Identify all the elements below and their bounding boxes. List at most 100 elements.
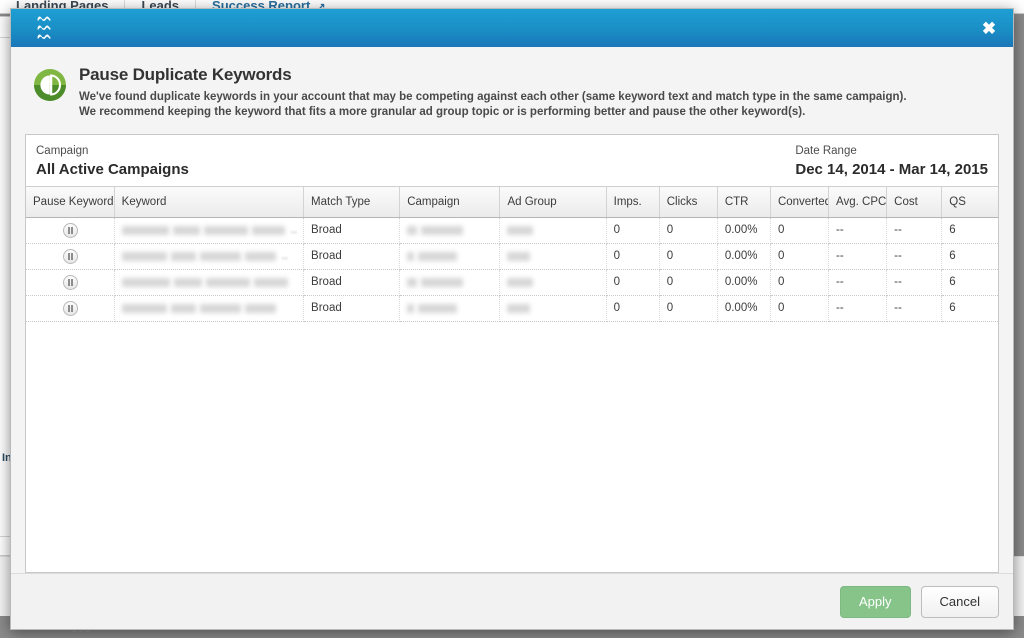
cell-qs: 6 (942, 217, 998, 243)
cell-ctr: 0.00% (717, 295, 770, 321)
redaction-bar (407, 252, 414, 261)
redaction-bar (407, 226, 417, 235)
redaction-bar (407, 304, 414, 313)
redaction-bar (245, 252, 276, 261)
redaction-bar (200, 252, 241, 261)
wave-logo-icon (23, 15, 65, 41)
table-row[interactable]: Broad000.00%0----6 (26, 295, 998, 321)
cell-pause[interactable] (26, 269, 114, 295)
pause-icon[interactable] (63, 301, 78, 316)
cell-qs: 6 (942, 295, 998, 321)
dialog-footer: Apply Cancel (11, 573, 1013, 629)
cell-cost: -- (887, 217, 942, 243)
redacted-keyword: .. (122, 250, 297, 262)
redaction-bar (421, 226, 463, 235)
cell-cost: -- (887, 295, 942, 321)
pause-duplicate-keywords-dialog: ✖ Pause Duplicate Keywords We've found d… (10, 8, 1014, 630)
table-header: Pause KeywordKeywordMatch TypeCampaignAd… (26, 187, 998, 217)
cell-cost: -- (887, 269, 942, 295)
cell-pause[interactable] (26, 243, 114, 269)
date-range-meta-group: Date Range Dec 14, 2014 - Mar 14, 2015 (795, 143, 988, 180)
redacted-adgroup (507, 278, 599, 287)
pause-icon[interactable] (63, 223, 78, 238)
redaction-bar (252, 226, 285, 235)
pause-icon[interactable] (63, 249, 78, 264)
keywords-table-scroll[interactable]: Pause KeywordKeywordMatch TypeCampaignAd… (26, 186, 998, 572)
table-header-row: Pause KeywordKeywordMatch TypeCampaignAd… (26, 187, 998, 217)
campaign-meta-group: Campaign All Active Campaigns (36, 143, 189, 180)
redaction-bar (122, 278, 170, 287)
column-header-match[interactable]: Match Type (304, 187, 400, 217)
redaction-bar (418, 252, 457, 261)
cell-avgcpc: -- (829, 295, 887, 321)
close-icon[interactable]: ✖ (979, 18, 999, 38)
date-range-label: Date Range (795, 143, 856, 159)
cell-clicks: 0 (659, 217, 717, 243)
column-header-clicks[interactable]: Clicks (659, 187, 717, 217)
column-header-ctr[interactable]: CTR (717, 187, 770, 217)
redaction-bar (171, 304, 196, 313)
column-header-qs[interactable]: QS (942, 187, 998, 217)
redacted-adgroup (507, 252, 599, 261)
cancel-button[interactable]: Cancel (921, 586, 999, 618)
cell-ctr: 0.00% (717, 243, 770, 269)
cell-imps: 0 (606, 243, 659, 269)
table-row[interactable]: ..Broad000.00%0----6 (26, 217, 998, 243)
cell-converted: 0 (770, 217, 828, 243)
redacted-campaign (407, 252, 493, 261)
cell-imps: 0 (606, 269, 659, 295)
cell-adgroup (500, 295, 606, 321)
cell-imps: 0 (606, 295, 659, 321)
cell-qs: 6 (942, 269, 998, 295)
column-header-avgcpc[interactable]: Avg. CPC (829, 187, 887, 217)
column-header-campaign[interactable]: Campaign (400, 187, 500, 217)
dialog-description-line-1: We've found duplicate keywords in your a… (79, 90, 999, 105)
dialog-body: Pause Duplicate Keywords We've found dup… (11, 47, 1013, 573)
column-header-imps[interactable]: Imps. (606, 187, 659, 217)
cell-campaign (400, 243, 500, 269)
cell-avgcpc: -- (829, 217, 887, 243)
cell-match: Broad (304, 269, 400, 295)
cell-adgroup (500, 269, 606, 295)
dialog-titlebar: ✖ (11, 9, 1013, 47)
table-body: ..Broad000.00%0----6..Broad000.00%0----6… (26, 217, 998, 321)
column-header-converted[interactable]: Converted ( (770, 187, 828, 217)
redaction-bar (507, 252, 530, 261)
redaction-bar (173, 226, 201, 235)
column-header-keyword[interactable]: Keyword (114, 187, 303, 217)
cell-keyword (114, 269, 303, 295)
column-header-pause[interactable]: Pause Keyword (26, 187, 114, 217)
cell-clicks: 0 (659, 243, 717, 269)
cell-avgcpc: -- (829, 243, 887, 269)
cell-converted: 0 (770, 295, 828, 321)
redacted-campaign (407, 304, 493, 313)
cell-ctr: 0.00% (717, 217, 770, 243)
redacted-keyword (122, 278, 297, 287)
cell-clicks: 0 (659, 269, 717, 295)
results-card: Campaign All Active Campaigns Date Range… (25, 134, 999, 573)
page-title: Pause Duplicate Keywords (79, 65, 999, 85)
cell-campaign (400, 269, 500, 295)
report-meta-bar: Campaign All Active Campaigns Date Range… (26, 135, 998, 186)
dialog-heading-block: Pause Duplicate Keywords We've found dup… (33, 65, 999, 120)
duplicate-keywords-icon (33, 68, 67, 107)
table-row[interactable]: ..Broad000.00%0----6 (26, 243, 998, 269)
dialog-description-line-2: We recommend keeping the keyword that fi… (79, 105, 999, 120)
date-range-value: Dec 14, 2014 - Mar 14, 2015 (795, 160, 988, 180)
cell-keyword: .. (114, 217, 303, 243)
apply-button[interactable]: Apply (840, 586, 911, 618)
pause-icon[interactable] (63, 275, 78, 290)
redacted-keyword: .. (122, 224, 297, 236)
cell-keyword: .. (114, 243, 303, 269)
redaction-bar (254, 278, 288, 287)
redaction-bar (206, 278, 250, 287)
redaction-bar (200, 304, 241, 313)
cell-pause[interactable] (26, 217, 114, 243)
cell-qs: 6 (942, 243, 998, 269)
dialog-heading-text: Pause Duplicate Keywords We've found dup… (79, 65, 999, 120)
column-header-cost[interactable]: Cost (887, 187, 942, 217)
column-header-adgroup[interactable]: Ad Group (500, 187, 606, 217)
truncation-ellipsis: .. (291, 224, 297, 236)
table-row[interactable]: Broad000.00%0----6 (26, 269, 998, 295)
cell-pause[interactable] (26, 295, 114, 321)
